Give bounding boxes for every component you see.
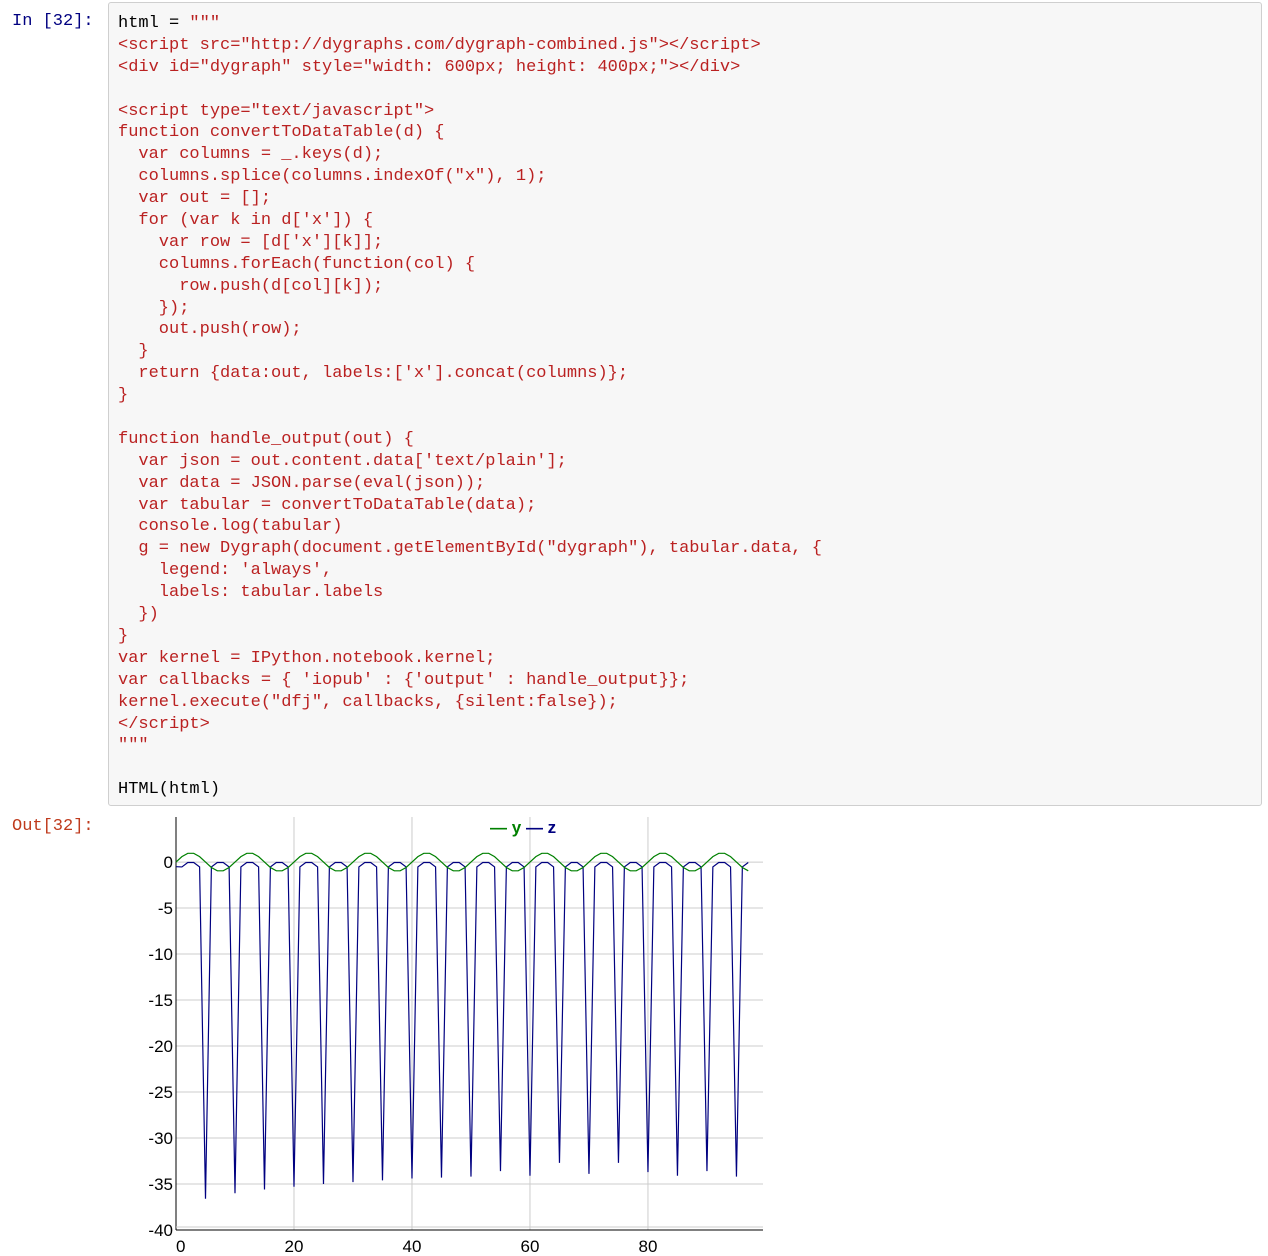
code-line: return {data:out, labels:['x'].concat(co… xyxy=(118,363,822,385)
code-text: columns.forEach(function(col) { xyxy=(118,254,476,274)
code-text: var columns = _.keys(d); xyxy=(118,145,384,165)
code-line: <script type="text/javascript"> xyxy=(118,101,822,123)
y-tick-label: -30 xyxy=(148,1129,173,1148)
code-text: </script> xyxy=(118,714,210,734)
code-text: var data = JSON.parse(eval(json)); xyxy=(118,473,486,493)
code-line: """ xyxy=(118,735,822,757)
code-text: labels: tabular.labels xyxy=(118,583,384,603)
y-tick-label: -20 xyxy=(148,1037,173,1056)
code-text: <script type="text/javascript"> xyxy=(118,101,435,121)
legend-z-label: z xyxy=(547,818,557,837)
code-call: HTML(html) xyxy=(118,780,221,800)
code-assign: html = xyxy=(118,14,190,33)
code-line: }) xyxy=(118,604,822,626)
code-line: var data = JSON.parse(eval(json)); xyxy=(118,473,822,495)
code-line: } xyxy=(118,385,822,407)
code-line: var kernel = IPython.notebook.kernel; xyxy=(118,648,822,670)
y-tick-label: -40 xyxy=(148,1221,173,1240)
legend-z: — z xyxy=(525,818,557,837)
code-text: } xyxy=(118,386,129,406)
code-line: var row = [d['x'][k]]; xyxy=(118,232,822,254)
y-tick-label: -25 xyxy=(148,1083,173,1102)
code-line: <div id="dygraph" style="width: 600px; h… xyxy=(118,57,822,79)
code-line: out.push(row); xyxy=(118,319,822,341)
code-text: """ xyxy=(118,736,149,756)
code-line: } xyxy=(118,626,822,648)
code-cell-editor[interactable]: html = """ <script src="http://dygraphs.c… xyxy=(108,2,1262,806)
input-prompt: In [32]: xyxy=(12,12,94,31)
code-line: var out = []; xyxy=(118,188,822,210)
code-line: var callbacks = { 'iopub' : {'output' : … xyxy=(118,670,822,692)
code-text: <script src="http://dygraphs.com/dygraph… xyxy=(118,35,761,55)
dygraph-chart[interactable]: 0 20 40 60 80 0 -5 -10 -15 -20 -25 -30 -35 -40 xyxy=(120,810,780,1256)
code-line: row.push(d[col][k]); xyxy=(118,276,822,298)
y-tick-label: -35 xyxy=(148,1175,173,1194)
code-text: function handle_output(out) { xyxy=(118,429,414,449)
x-tick-label: 20 xyxy=(285,1237,304,1256)
code-text: return {data:out, labels:['x'].concat(co… xyxy=(118,364,629,384)
x-tick-label: 40 xyxy=(403,1237,422,1256)
chart-legend: — y — z xyxy=(490,818,556,838)
code-line: function convertToDataTable(d) { xyxy=(118,122,822,144)
code-text: html = """ <script src="http://dygraphs.c… xyxy=(118,13,822,801)
code-text: """ xyxy=(189,14,221,33)
code-line: } xyxy=(118,341,822,363)
code-line: html = """ xyxy=(118,13,822,35)
legend-y-label: y xyxy=(511,818,522,837)
code-line: var columns = _.keys(d); xyxy=(118,144,822,166)
code-line: var json = out.content.data['text/plain'… xyxy=(118,451,822,473)
code-text: out.push(row); xyxy=(118,320,302,340)
code-line: legend: 'always', xyxy=(118,560,822,582)
code-line: labels: tabular.labels xyxy=(118,582,822,604)
code-text: var callbacks = { 'iopub' : {'output' : … xyxy=(118,670,690,690)
code-line: var tabular = convertToDataTable(data); xyxy=(118,495,822,517)
code-text: row.push(d[col][k]); xyxy=(118,276,384,296)
y-tick-label: -5 xyxy=(158,899,173,918)
code-text: } xyxy=(118,626,129,646)
code-text: var tabular = convertToDataTable(data); xyxy=(118,495,537,515)
y-tick-label: -10 xyxy=(148,945,173,964)
code-text: var out = []; xyxy=(118,189,272,209)
x-tick-label: 60 xyxy=(521,1237,540,1256)
legend-y: — y xyxy=(490,818,522,837)
code-text: } xyxy=(118,342,149,362)
y-tick-label: 0 xyxy=(164,853,173,872)
series-z-line xyxy=(175,861,749,1199)
code-line: function handle_output(out) { xyxy=(118,429,822,451)
code-text: columns.splice(columns.indexOf("x"), 1); xyxy=(118,167,547,187)
x-tick-label: 0 xyxy=(176,1237,185,1256)
code-text: function convertToDataTable(d) { xyxy=(118,123,445,143)
code-line: columns.forEach(function(col) { xyxy=(118,254,822,276)
code-text: var kernel = IPython.notebook.kernel; xyxy=(118,648,496,668)
code-text: g = new Dygraph(document.getElementById(… xyxy=(118,539,822,559)
code-line: </script> xyxy=(118,714,822,736)
code-text: <div id="dygraph" style="width: 600px; h… xyxy=(118,57,741,77)
code-text: }); xyxy=(118,298,190,318)
output-prompt: Out[32]: xyxy=(12,817,94,836)
code-line: g = new Dygraph(document.getElementById(… xyxy=(118,538,822,560)
code-text: console.log(tabular) xyxy=(118,517,343,537)
code-text: var row = [d['x'][k]]; xyxy=(118,232,384,252)
code-text: legend: 'always', xyxy=(118,561,333,581)
code-line: <script src="http://dygraphs.com/dygraph… xyxy=(118,35,822,57)
x-tick-label: 80 xyxy=(638,1237,657,1256)
y-tick-label: -15 xyxy=(148,991,173,1010)
code-line: console.log(tabular) xyxy=(118,516,822,538)
code-line: for (var k in d['x']) { xyxy=(118,210,822,232)
code-line: }); xyxy=(118,298,822,320)
code-line: columns.splice(columns.indexOf("x"), 1); xyxy=(118,166,822,188)
code-line: kernel.execute("dfj", callbacks, {silent… xyxy=(118,692,822,714)
code-text: var json = out.content.data['text/plain'… xyxy=(118,451,567,471)
code-text: }) xyxy=(118,605,159,625)
code-text: kernel.execute("dfj", callbacks, {silent… xyxy=(118,692,618,712)
code-text: for (var k in d['x']) { xyxy=(118,211,374,231)
